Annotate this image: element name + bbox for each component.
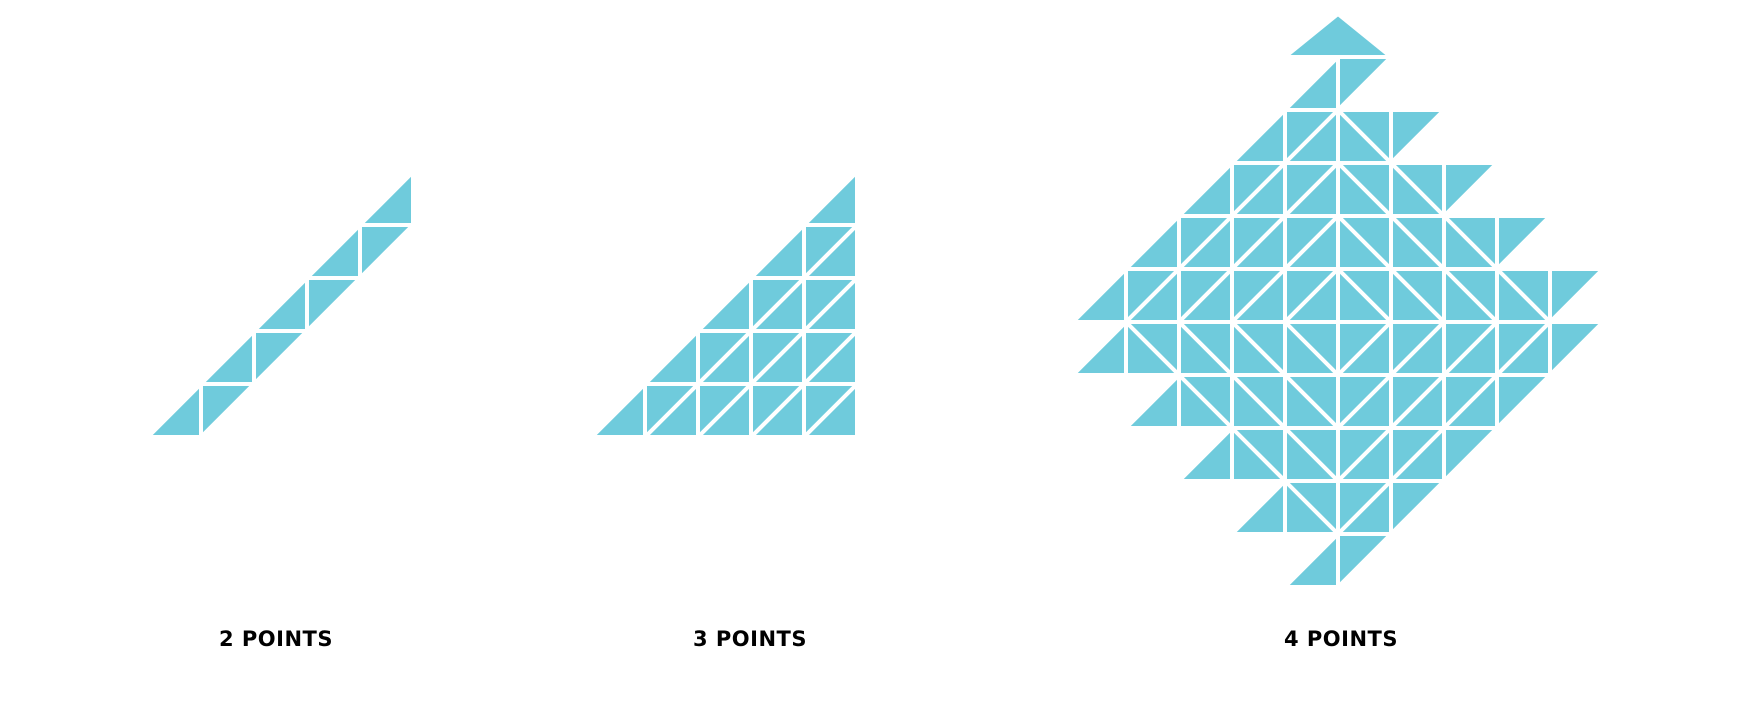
three-points-caption: 3 POINTS — [692, 627, 807, 651]
tile-triangle — [1227, 105, 1287, 165]
tile-triangle — [358, 223, 418, 283]
tile-triangle — [1495, 373, 1555, 433]
tile-triangle — [1227, 476, 1287, 536]
tile-triangle — [693, 273, 753, 333]
tile-triangle — [1121, 370, 1181, 430]
tile-triangle — [1068, 264, 1128, 324]
tiling-diagram — [143, 11, 1608, 592]
tile-triangle — [199, 382, 259, 442]
two-points-staircase — [143, 167, 418, 442]
tile-triangle — [587, 379, 647, 439]
tile-triangle — [196, 326, 256, 386]
tile-triangle — [302, 220, 362, 280]
tile-triangle — [1389, 479, 1449, 539]
tile-triangle — [1174, 158, 1234, 218]
tile-triangle — [1548, 267, 1608, 327]
tile-triangle — [305, 276, 365, 336]
tile-triangle — [1336, 532, 1396, 592]
tile-triangle — [1068, 317, 1128, 377]
tile-triangle — [1442, 426, 1502, 486]
four-points-caption: 4 POINTS — [1283, 627, 1398, 651]
tile-triangle — [1279, 11, 1397, 59]
tile-triangle — [640, 326, 700, 386]
tile-triangle — [1336, 55, 1396, 115]
tile-triangle — [355, 167, 415, 227]
tile-triangle — [1174, 423, 1234, 483]
three-points-triangle — [587, 167, 862, 442]
tile-triangle — [746, 220, 806, 280]
tile-triangle — [1121, 211, 1181, 271]
tile-triangle — [1280, 529, 1340, 589]
tile-triangle — [1280, 52, 1340, 112]
tile-triangle — [1442, 161, 1502, 221]
tile-triangle — [252, 329, 312, 389]
two-points-caption: 2 POINTS — [218, 627, 333, 651]
tile-triangle — [143, 379, 203, 439]
tile-triangle — [1495, 214, 1555, 274]
four-points-diamond — [1068, 11, 1608, 592]
tile-triangle — [799, 167, 859, 227]
tile-triangle — [1548, 320, 1608, 380]
tile-triangle — [1389, 108, 1449, 168]
tile-triangle — [249, 273, 309, 333]
